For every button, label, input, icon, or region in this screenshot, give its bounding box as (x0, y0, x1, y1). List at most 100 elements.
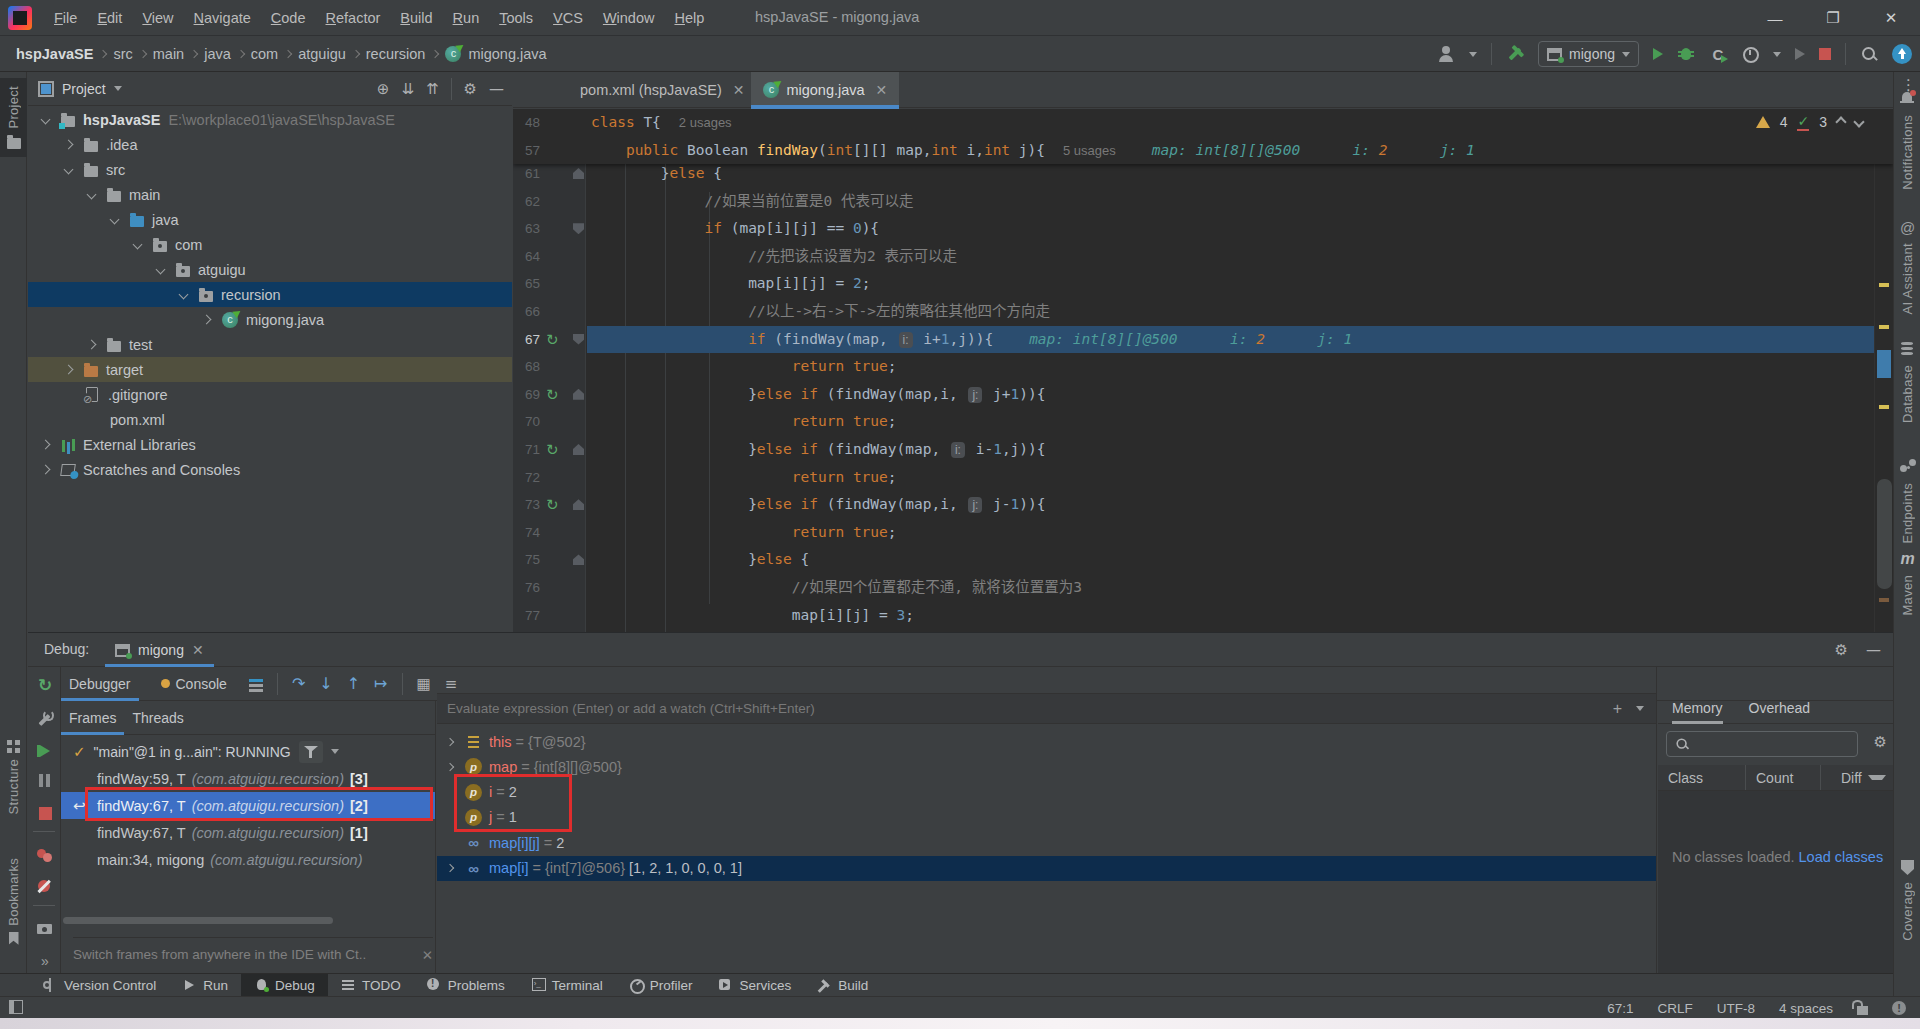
dismiss-hint-icon[interactable]: ✕ (422, 947, 433, 963)
menu-item-window[interactable]: Window (593, 10, 665, 26)
tree-item-atguigu[interactable]: atguigu (28, 257, 512, 282)
expander-icon[interactable] (156, 265, 166, 275)
variable-row[interactable]: ∞map[i] = {int[7]@506} [1, 2, 1, 0, 0, 0… (437, 856, 1656, 881)
file-encoding[interactable]: UTF-8 (1717, 1001, 1755, 1016)
column-class[interactable]: Class (1658, 765, 1746, 790)
run-config-combo[interactable]: migong (1538, 41, 1639, 67)
update-project-icon[interactable] (1892, 44, 1912, 64)
expander-icon[interactable] (133, 240, 143, 250)
show-execution-point-icon[interactable] (249, 678, 263, 690)
code-line-77[interactable]: map[i][j] = 3;77 (513, 602, 1893, 630)
code-line-76[interactable]: //如果四个位置都走不通, 就将该位置置为376 (513, 574, 1893, 602)
menu-item-run[interactable]: Run (443, 10, 490, 26)
breadcrumb-item-main[interactable]: main (153, 46, 184, 62)
sidebar-item-maven[interactable]: Maven (1894, 550, 1920, 616)
build-hammer-icon[interactable] (1502, 41, 1527, 66)
locate-file-icon[interactable]: ⊕ (377, 80, 390, 98)
expander-icon[interactable] (87, 340, 97, 350)
code-line-68[interactable]: return true;68 (513, 353, 1893, 381)
expander-icon[interactable] (64, 140, 74, 150)
code-line-71[interactable]: }else if (findWay(map, i: i-1,j)){71↻ (513, 436, 1893, 464)
menu-item-navigate[interactable]: Navigate (184, 10, 261, 26)
tree-item-src[interactable]: src (28, 157, 512, 182)
profiler-button[interactable] (1709, 45, 1727, 63)
user-icon[interactable] (1437, 45, 1455, 63)
sidebar-item-bookmarks[interactable]: Bookmarks (0, 858, 27, 945)
next-issue-icon[interactable] (1853, 116, 1864, 127)
expander-icon[interactable] (64, 365, 74, 375)
menu-item-build[interactable]: Build (390, 10, 442, 26)
tree-item-test[interactable]: test (28, 332, 512, 357)
rerun-icon[interactable]: ↻ (35, 675, 55, 695)
tree-item-ExternalLibraries[interactable]: External Libraries (28, 432, 512, 457)
run-button[interactable] (1653, 48, 1663, 60)
tab-debugger[interactable]: Debugger (61, 667, 139, 701)
code-line-62[interactable]: //如果当前位置是0 代表可以走62 (513, 188, 1893, 216)
expander-icon[interactable] (446, 864, 454, 872)
code-line-63[interactable]: if (map[i][j] == 0){63 (513, 215, 1893, 243)
sidebar-item-endpoints[interactable]: Endpoints (1894, 458, 1920, 544)
tree-item-pomxml[interactable]: pom.xml (28, 407, 512, 432)
close-button[interactable]: ✕ (1862, 0, 1920, 36)
unlock-icon[interactable] (1857, 1006, 1868, 1015)
debug-session-tab[interactable]: migong ✕ (105, 633, 214, 667)
more-run-caret-icon[interactable] (1773, 52, 1781, 57)
debug-hide-icon[interactable]: — (1866, 641, 1881, 659)
tree-item-ScratchesandConsoles[interactable]: Scratches and Consoles (28, 457, 512, 482)
sidebar-item-structure[interactable]: Structure (0, 740, 27, 814)
gear-icon[interactable]: ⚙ (464, 80, 477, 98)
coverage-run-icon[interactable] (1741, 45, 1759, 63)
tree-item-recursion[interactable]: recursion (28, 282, 512, 307)
fold-marker-icon[interactable] (573, 444, 584, 455)
expander-icon[interactable] (41, 115, 51, 125)
tool-button-run[interactable]: Run (169, 974, 241, 997)
evaluate-expression-icon[interactable]: ▦ (417, 675, 431, 693)
variable-row[interactable]: pi = 2 (437, 780, 1656, 805)
pause-icon[interactable] (35, 771, 55, 791)
menu-item-refactor[interactable]: Refactor (316, 10, 391, 26)
code-line-67[interactable]: if (findWay(map, i: i+1,j)){map: int[8][… (513, 326, 1893, 354)
editor[interactable]: }else {61//如果当前位置是0 代表可以走62if (map[i][j]… (513, 109, 1893, 632)
expander-icon[interactable] (110, 215, 120, 225)
fold-marker-icon[interactable] (573, 223, 584, 234)
tool-button-version-control[interactable]: Version Control (30, 974, 169, 997)
indent-style[interactable]: 4 spaces (1779, 1001, 1833, 1016)
sidebar-item-notifications[interactable]: Notifications (1894, 90, 1920, 190)
memory-gear-icon[interactable]: ⚙ (1874, 733, 1887, 751)
tree-item-gitignore[interactable]: .gitignore (28, 382, 512, 407)
menu-item-view[interactable]: View (132, 10, 183, 26)
scrollbar-thumb[interactable] (1877, 479, 1892, 589)
breadcrumb-item-atguigu[interactable]: atguigu (298, 46, 346, 62)
more-actions-icon[interactable]: » (35, 951, 55, 971)
tool-button-problems[interactable]: Problems (414, 974, 518, 997)
code-line-65[interactable]: map[i][j] = 2;65 (513, 270, 1893, 298)
tool-button-profiler[interactable]: Profiler (616, 974, 706, 997)
breadcrumb-file[interactable]: migong.java (468, 46, 546, 62)
hide-panel-icon[interactable]: — (489, 80, 504, 98)
tool-button-terminal[interactable]: Terminal (518, 974, 616, 997)
tool-windows-toggle-icon[interactable] (9, 1000, 23, 1014)
error-stripe[interactable] (1874, 109, 1893, 632)
expander-icon[interactable] (64, 165, 74, 175)
code-line-70[interactable]: return true;70 (513, 408, 1893, 436)
tree-item-com[interactable]: com (28, 232, 512, 257)
sidebar-item-ai-assistant[interactable]: AI Assistant (1894, 218, 1920, 315)
sidebar-item-project[interactable]: Project (0, 78, 27, 157)
minimize-button[interactable]: — (1746, 0, 1804, 36)
evaluate-caret-icon[interactable] (1636, 706, 1644, 711)
wrench-settings-icon[interactable] (35, 709, 55, 729)
code-line-74[interactable]: return true;74 (513, 519, 1893, 547)
menu-item-edit[interactable]: Edit (87, 10, 132, 26)
debug-settings-gear-icon[interactable]: ⚙ (1835, 641, 1848, 659)
expander-icon[interactable] (446, 737, 454, 745)
project-view-caret-icon[interactable] (114, 86, 122, 91)
breadcrumb-item-com[interactable]: com (251, 46, 278, 62)
expander-icon[interactable] (202, 315, 212, 325)
tab-overhead[interactable]: Overhead (1749, 693, 1810, 724)
line-separator[interactable]: CRLF (1657, 1001, 1692, 1016)
expander-icon[interactable] (446, 763, 454, 771)
tree-item-java[interactable]: java (28, 207, 512, 232)
stop-icon[interactable] (35, 803, 55, 823)
close-tab-icon[interactable]: ✕ (733, 82, 745, 98)
restore-button[interactable]: ❐ (1804, 0, 1862, 36)
